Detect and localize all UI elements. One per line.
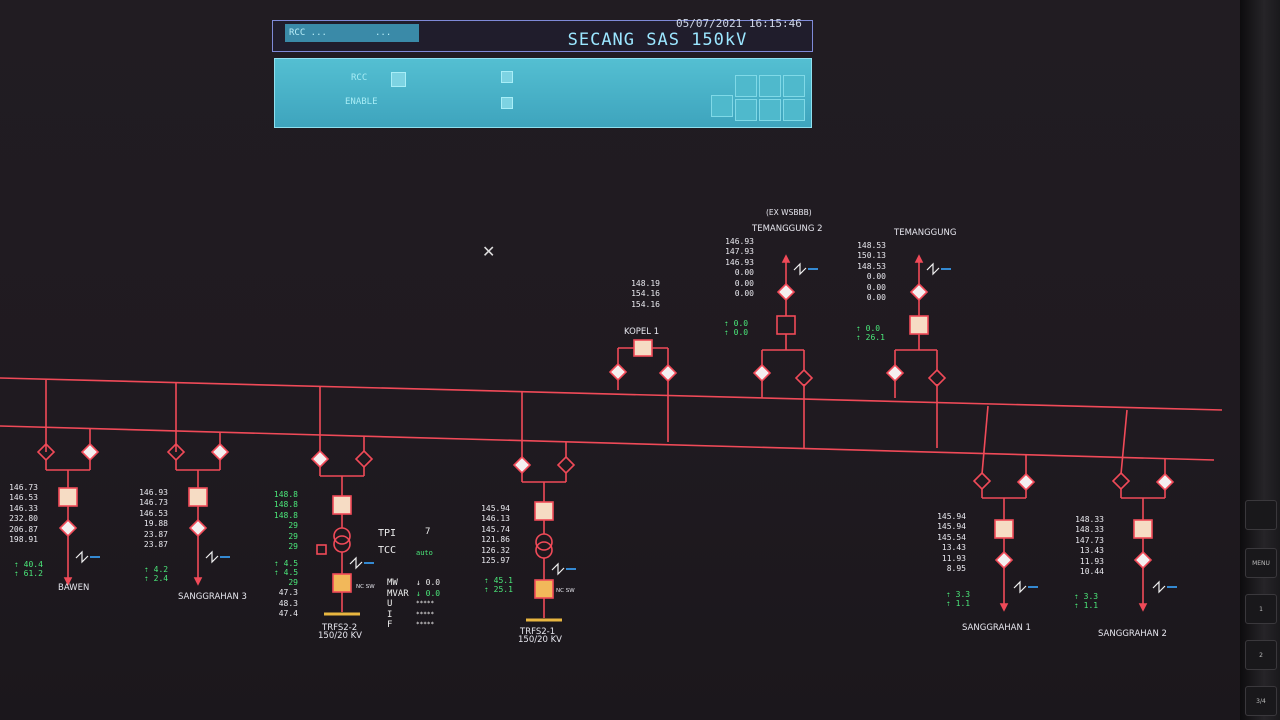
bezel-button-3[interactable]: 3/4 xyxy=(1245,686,1277,716)
bezel-menu-button[interactable]: MENU xyxy=(1245,548,1277,578)
trfs2-2-breaker xyxy=(332,495,352,515)
bawen-breaker xyxy=(58,487,78,507)
values-temanggung-2: 146.93 147.93 146.93 0.00 0.00 0.00 xyxy=(725,237,754,298)
bay-name-temanggung: TEMANGGUNG xyxy=(894,228,957,238)
temanggung-2-arrow-icon xyxy=(781,254,791,263)
temanggung-2-breaker xyxy=(776,315,796,335)
values-kopel-1: 148.19 154.16 154.16 xyxy=(631,279,660,309)
values-temanggung: 148.53 150.13 148.53 0.00 0.00 0.00 xyxy=(857,241,886,302)
status-trfs2-1: ⇡ 45.1 ⇡ 25.1 xyxy=(484,576,513,594)
temanggung-ds2 xyxy=(927,368,947,388)
status-temanggung: ⇡ 0.0 ⇡ 26.1 xyxy=(856,324,885,342)
temanggung-2-ds2 xyxy=(794,368,814,388)
trfs2-2-lv-breaker xyxy=(332,573,352,593)
trfs2-1-ds1 xyxy=(512,455,532,475)
status-sanggrahan-2: ⇡ 3.3 ⇡ 1.1 xyxy=(1074,592,1099,610)
trfs2-2-ds2 xyxy=(354,449,374,469)
bay-note-temanggung-2: (EX WSBBB) xyxy=(766,208,812,217)
bawen-feeder-icon xyxy=(75,550,89,564)
temanggung-ds1 xyxy=(885,363,905,383)
trfs2-1-breaker xyxy=(534,501,554,521)
values-bawen: 146.73 146.53 146.33 232.80 206.87 198.91 xyxy=(9,483,38,544)
sanggrahan-3-arrow-icon xyxy=(193,577,203,586)
temanggung-feeder-icon xyxy=(926,262,940,276)
status-trfs2-2: ⇡ 4.5 ⇡ 4.5 xyxy=(274,559,299,577)
temanggung-2-line-switch xyxy=(776,282,796,302)
values-sanggrahan-2: 148.33 148.33 147.73 13.43 11.93 10.44 xyxy=(1075,515,1104,576)
bezel-input-button[interactable] xyxy=(1245,500,1277,530)
values-sanggrahan-3: 146.93 146.73 146.53 19.88 23.87 23.87 xyxy=(139,488,168,549)
sanggrahan-1-ds2 xyxy=(1016,472,1036,492)
temanggung-2-feeder-icon xyxy=(793,262,807,276)
bay-name-temanggung-2: TEMANGGUNG 2 xyxy=(752,224,823,234)
bay-name-sanggrahan-2: SANGGRAHAN 2 xyxy=(1098,629,1167,639)
sanggrahan-2-ds1 xyxy=(1111,471,1131,491)
tcc-label: TCC xyxy=(378,545,397,556)
tpi-value: 7 xyxy=(425,527,431,537)
temanggung-breaker xyxy=(909,315,929,335)
sanggrahan-1-line-switch xyxy=(994,550,1014,570)
bezel-button-2[interactable]: 2 xyxy=(1245,640,1277,670)
cursor-mark: ✕ xyxy=(482,242,496,261)
sanggrahan-2-bus1-drop xyxy=(1120,409,1128,475)
sanggrahan-3-line-switch xyxy=(188,518,208,538)
scada-screen: RCC ... ... SECANG SAS 150kV 05/07/2021 … xyxy=(0,0,1240,720)
sanggrahan-3-breaker xyxy=(188,487,208,507)
sanggrahan-1-arrow-icon xyxy=(999,603,1009,612)
measurement-values: ↓ 0.0 ↓ 0.0 ***** ***** ***** xyxy=(416,578,441,628)
trfs2-2-tap-indicator xyxy=(316,544,327,555)
bawen-ds2 xyxy=(80,442,100,462)
status-bawen: ⇡ 40.4 ⇡ 61.2 xyxy=(14,560,43,578)
sanggrahan-2-feeder-icon xyxy=(1152,580,1166,594)
temanggung-line-switch xyxy=(909,282,929,302)
busbar-1 xyxy=(0,377,1223,411)
sanggrahan-2-ds2 xyxy=(1155,472,1175,492)
temanggung-arrow-icon xyxy=(914,254,924,263)
sanggrahan-1-feeder-icon xyxy=(1013,580,1027,594)
tpi-label: TPI xyxy=(378,528,397,539)
single-line-diagram xyxy=(0,254,1223,622)
status-temanggung-2: ⇡ 0.0 ⇡ 0.0 xyxy=(724,319,749,337)
sanggrahan-3-feeder-icon xyxy=(205,550,219,564)
trfs2-2-feeder-icon xyxy=(349,556,363,570)
temanggung-2-ds1 xyxy=(752,363,772,383)
bay-name-sanggrahan-3: SANGGRAHAN 3 xyxy=(178,592,247,602)
bay-rating-trfs2-2: 150/20 KV xyxy=(318,631,362,641)
trfs2-1-feeder-icon xyxy=(551,562,565,576)
sanggrahan-1-breaker xyxy=(994,519,1014,539)
values-sanggrahan-1: 145.94 145.94 145.54 13.43 11.93 8.95 xyxy=(937,512,966,573)
values-trfs2-1: 145.94 146.13 145.74 121.86 126.32 125.97 xyxy=(481,504,510,565)
sanggrahan-3-ds2 xyxy=(210,442,230,462)
sanggrahan-2-breaker xyxy=(1133,519,1153,539)
nc-switch-label-1: NC SW xyxy=(556,588,575,594)
bezel-button-1[interactable]: 1 xyxy=(1245,594,1277,624)
trfs2-2-ds1 xyxy=(310,449,330,469)
bay-name-bawen: BAWEN xyxy=(58,583,90,593)
measurement-labels: MW MVAR UIF xyxy=(387,578,409,630)
bay-name-kopel-1: KOPEL 1 xyxy=(624,327,660,337)
sanggrahan-1-ds1 xyxy=(972,471,992,491)
sanggrahan-2-line-switch xyxy=(1133,550,1153,570)
tcc-mode-button[interactable]: auto xyxy=(416,547,433,559)
low-values-trfs2-2: 29 47.3 48.3 47.4 xyxy=(278,578,298,619)
trfs2-1-ds2 xyxy=(556,455,576,475)
trfs2-1-lv-breaker xyxy=(534,579,554,599)
sanggrahan-2-arrow-icon xyxy=(1138,603,1148,612)
bay-name-sanggrahan-1: SANGGRAHAN 1 xyxy=(962,623,1031,633)
sanggrahan-1-bus1-drop xyxy=(981,405,989,475)
nc-switch-label-2: NC SW xyxy=(356,584,375,590)
kopel-breaker xyxy=(633,339,653,357)
kopel-ds1 xyxy=(608,362,628,382)
values-trfs2-2: 148.8 148.8 148.8 29 29 29 xyxy=(273,490,298,551)
kopel-ds2 xyxy=(658,363,678,383)
bawen-line-switch xyxy=(58,518,78,538)
status-sanggrahan-3: ⇡ 4.2 ⇡ 2.4 xyxy=(144,565,169,583)
bay-rating-trfs2-1: 150/20 KV xyxy=(518,635,562,645)
status-sanggrahan-1: ⇡ 3.3 ⇡ 1.1 xyxy=(946,590,971,608)
